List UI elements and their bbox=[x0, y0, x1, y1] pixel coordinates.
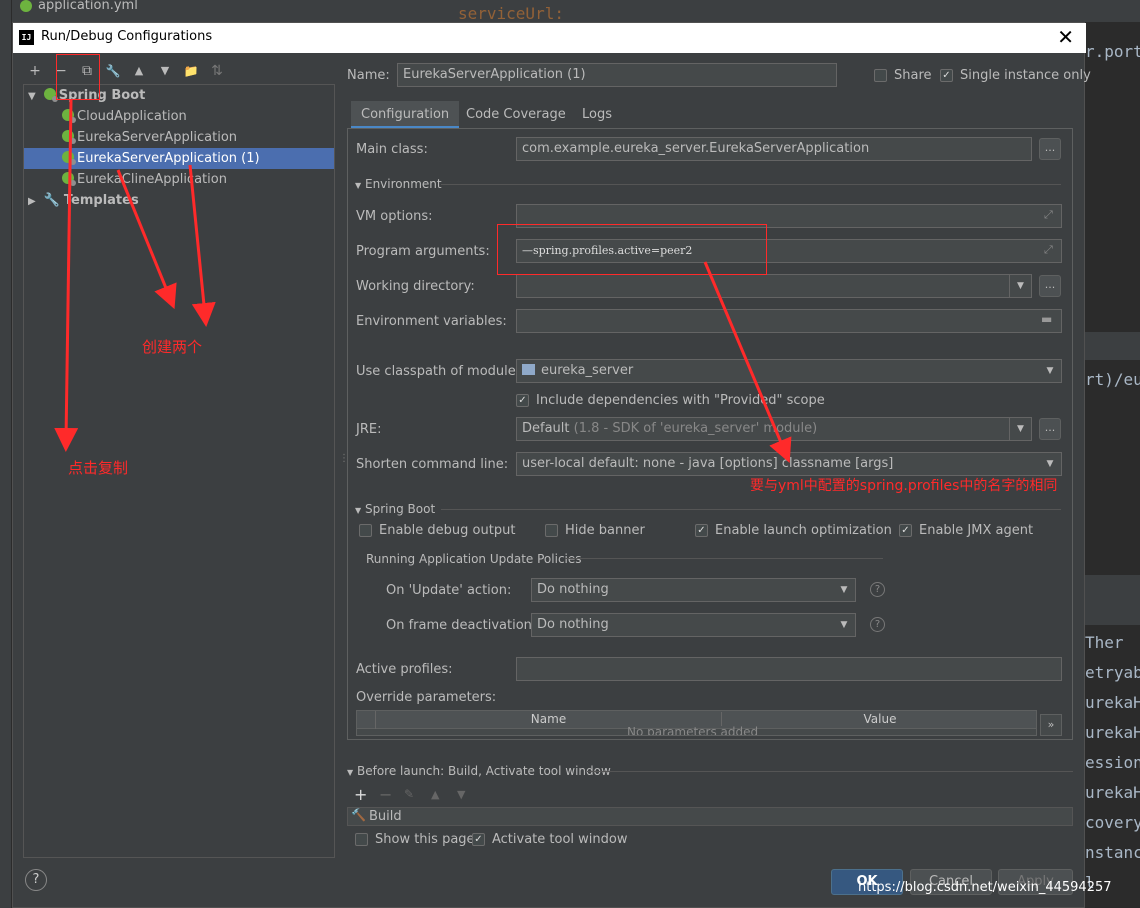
arrow-to-copy bbox=[54, 99, 79, 452]
annotation-profile-note: 要与yml中配置的spring.profiles中的名字的相同 bbox=[750, 478, 1058, 494]
annotation-arrows bbox=[54, 99, 792, 464]
arrow-to-create-2 bbox=[188, 164, 216, 327]
arrow-to-profile-note bbox=[703, 261, 792, 464]
annotation-click-copy: 点击复制 bbox=[68, 459, 129, 477]
annotation-create-two: 创建两个 bbox=[142, 338, 203, 356]
arrow-to-create-1 bbox=[116, 169, 177, 310]
watermark-text: https://blog.csdn.net/weixin_44594257 bbox=[858, 880, 1112, 895]
